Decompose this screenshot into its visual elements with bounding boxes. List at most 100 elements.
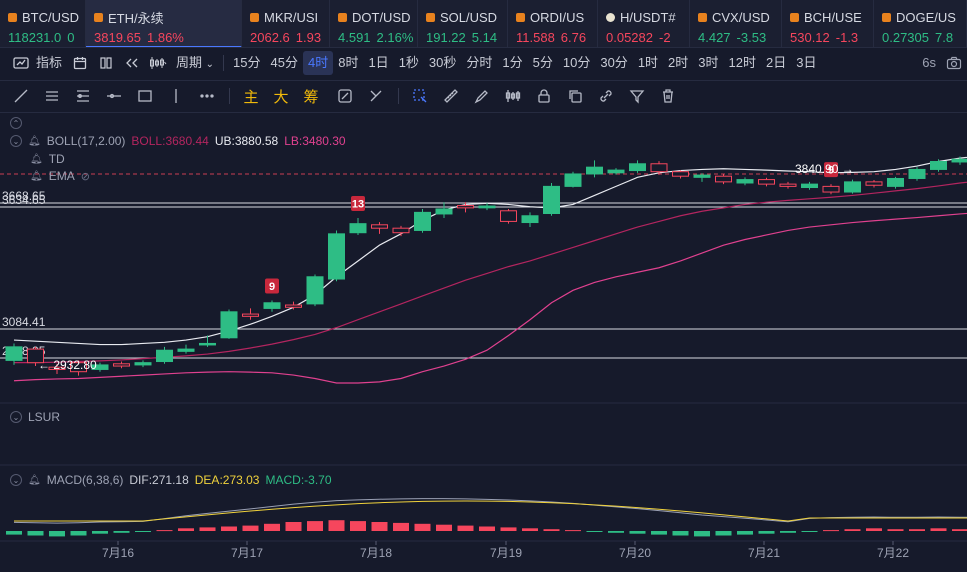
candle-body xyxy=(844,181,861,193)
camera-icon[interactable] xyxy=(941,51,967,75)
period-3时[interactable]: 3时 xyxy=(693,51,723,75)
candlestick-chart[interactable]: 3668.653634.653084.412968.2591393840.90 … xyxy=(0,113,967,572)
alert-bell-icon[interactable]: 🔔︎ xyxy=(28,475,41,486)
period-30分[interactable]: 30分 xyxy=(595,51,632,75)
ticker-symbol: BTC/USD xyxy=(22,9,80,25)
ticker-4[interactable]: SOL/USD 191.22 5.14 xyxy=(418,0,508,47)
chevron-down-icon[interactable]: ⌄ xyxy=(10,411,22,423)
brush-icon[interactable] xyxy=(469,84,495,108)
period-分时[interactable]: 分时 xyxy=(461,51,497,75)
ticker-change: -1.3 xyxy=(835,30,859,45)
period-1秒[interactable]: 1秒 xyxy=(394,51,424,75)
ticker-8[interactable]: BCH/USE 530.12 -1.3 xyxy=(782,0,874,47)
rectangle-icon[interactable] xyxy=(132,84,158,108)
trendline-icon[interactable] xyxy=(8,84,34,108)
ticker-5[interactable]: ORDI/US 11.588 6.76 xyxy=(508,0,598,47)
period-4时[interactable]: 4时 xyxy=(302,51,334,75)
coin-icon xyxy=(516,12,525,22)
coin-icon xyxy=(698,12,707,22)
candle-body xyxy=(693,174,711,178)
magnet-icon[interactable] xyxy=(332,84,358,108)
ticker-price: 0.27305 xyxy=(882,30,929,45)
indicator-icon[interactable] xyxy=(8,51,34,75)
macd-histogram-bar xyxy=(672,531,689,536)
layout-icon[interactable] xyxy=(93,51,119,75)
period-list: 15分 45分 4时 8时 1日 1秒 30秒 分时 1分 5分 10分 30分 1时 2时 3时 12时 2日… xyxy=(228,51,821,75)
period-5分[interactable]: 5分 xyxy=(528,51,558,75)
candle-body xyxy=(672,171,689,177)
candle-body xyxy=(758,179,775,185)
period-8时[interactable]: 8时 xyxy=(333,51,363,75)
alert-bell-icon[interactable]: 🔔︎ xyxy=(30,154,43,165)
trash-icon[interactable] xyxy=(655,84,681,108)
ticker-9[interactable]: DOGE/US 0.27305 7.8 xyxy=(874,0,967,47)
drawing-toolbar: 主 大 筹 xyxy=(0,82,967,110)
calendar-icon[interactable] xyxy=(67,51,93,75)
candle-body xyxy=(263,302,281,309)
eye-hidden-icon[interactable]: ⊘ xyxy=(81,170,90,183)
replay-icon[interactable] xyxy=(119,51,145,75)
alert-bell-icon[interactable]: 🔔︎ xyxy=(28,136,41,147)
ruler-icon[interactable] xyxy=(438,84,464,108)
big-order-button[interactable]: 大 xyxy=(272,86,290,107)
macd-histogram-bar xyxy=(608,531,624,533)
vertical-line-icon[interactable] xyxy=(163,84,189,108)
cycle-dropdown[interactable]: 周期 ⌄ xyxy=(171,51,219,75)
candle-body xyxy=(930,161,947,170)
period-2时[interactable]: 2时 xyxy=(663,51,693,75)
ticker-3[interactable]: DOT/USD 4.591 2.16% xyxy=(330,0,418,47)
lock-icon[interactable] xyxy=(531,84,557,108)
macd-histogram-bar xyxy=(307,521,323,531)
more-icon[interactable] xyxy=(194,84,220,108)
chip-distribution-button[interactable]: 筹 xyxy=(302,86,320,107)
period-1分[interactable]: 1分 xyxy=(497,51,527,75)
main-chart-button[interactable]: 主 xyxy=(242,86,260,107)
collapse-indicators[interactable]: ⌃ xyxy=(10,117,22,129)
alert-bell-icon[interactable]: 🔔︎ xyxy=(30,171,43,182)
macd-histogram-bar xyxy=(887,529,904,531)
macd-histogram-bar xyxy=(715,531,732,536)
ticker-change: -2 xyxy=(659,30,671,45)
period-45分[interactable]: 45分 xyxy=(266,51,303,75)
period-12时[interactable]: 12时 xyxy=(724,51,761,75)
period-15分[interactable]: 15分 xyxy=(228,51,265,75)
candle-type-icon[interactable] xyxy=(145,51,171,75)
period-2日[interactable]: 2日 xyxy=(761,51,791,75)
period-1日[interactable]: 1日 xyxy=(363,51,393,75)
ticker-price: 4.427 xyxy=(698,30,731,45)
select-icon[interactable] xyxy=(407,84,433,108)
channel-icon[interactable] xyxy=(70,84,96,108)
indicator-template-icon[interactable] xyxy=(500,84,526,108)
boll-label: BOLL(17,2.00) xyxy=(46,134,126,148)
chevron-down-icon[interactable]: ⌄ xyxy=(10,474,22,486)
coin-icon xyxy=(790,12,799,22)
period-1时[interactable]: 1时 xyxy=(633,51,663,75)
filter-icon[interactable] xyxy=(624,84,650,108)
macd-histogram-bar xyxy=(543,529,560,531)
erase-icon[interactable] xyxy=(363,84,389,108)
period-toolbar: 指标 周期 ⌄ 15分 45分 4时 8时 1日 1秒 30秒 分时 1分 5分 10分 30分 1时 2… xyxy=(0,49,967,77)
ticker-price: 4.591 xyxy=(338,30,371,45)
ema-legend: 🔔︎ EMA ⊘ xyxy=(30,169,90,183)
ticker-6[interactable]: H/USDT# 0.05282 -2 xyxy=(598,0,690,47)
chevron-down-icon[interactable]: ⌄ xyxy=(10,135,22,147)
horizontal-ray-icon[interactable] xyxy=(101,84,127,108)
macd-histogram-bar xyxy=(586,531,603,532)
copy-icon[interactable] xyxy=(562,84,588,108)
period-10分[interactable]: 10分 xyxy=(558,51,595,75)
candle-body xyxy=(134,362,152,366)
ticker-7[interactable]: CVX/USD 4.427 -3.53 xyxy=(690,0,782,47)
candle-body xyxy=(199,342,216,346)
indicator-button[interactable]: 指标 xyxy=(34,51,67,75)
parallel-lines-icon[interactable] xyxy=(39,84,65,108)
macd-histogram-bar xyxy=(199,527,216,531)
ticker-0[interactable]: BTC/USD 118231.0 0 xyxy=(0,0,86,47)
ticker-price: 3819.65 xyxy=(94,30,141,45)
ema-label: EMA xyxy=(48,169,75,183)
period-30秒[interactable]: 30秒 xyxy=(424,51,461,75)
toolbar-divider xyxy=(0,80,967,81)
link-icon[interactable] xyxy=(593,84,619,108)
ticker-2[interactable]: MKR/USI 2062.6 1.93 xyxy=(242,0,330,47)
period-3日[interactable]: 3日 xyxy=(791,51,821,75)
ticker-1[interactable]: ETH/永续 3819.65 1.86% xyxy=(86,0,242,47)
